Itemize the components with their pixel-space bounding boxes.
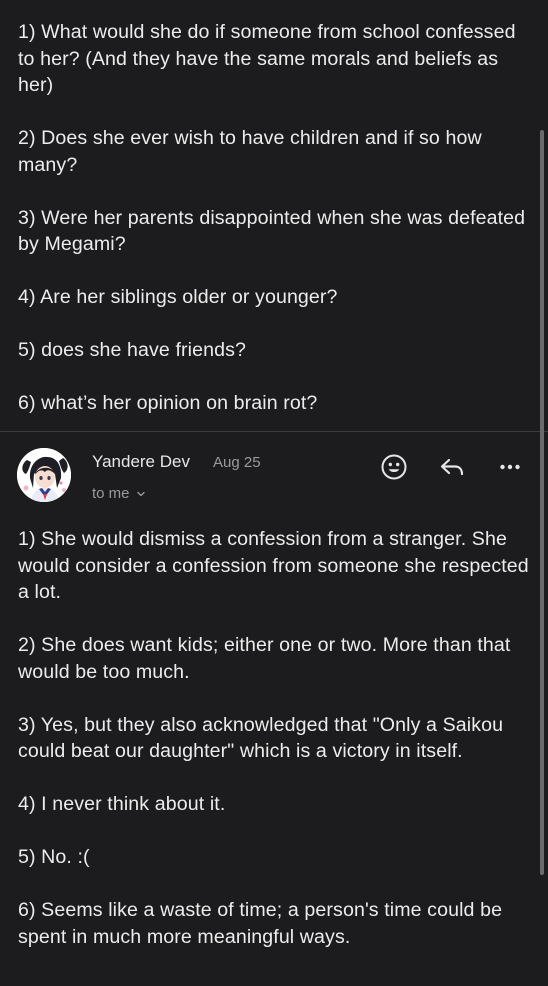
quoted-paragraph-1: 1) What would she do if someone from sch…: [18, 21, 522, 96]
more-dots-icon: [500, 464, 520, 470]
reply-paragraph-2: 2) She does want kids; either one or two…: [18, 634, 516, 683]
quoted-paragraph-3: 3) Were her parents disappointed when sh…: [18, 206, 531, 256]
quoted-paragraph-6: 6) what’s her opinion on brain rot?: [18, 392, 318, 414]
scrollbar[interactable]: [540, 130, 544, 875]
sender-name[interactable]: Yandere Dev: [92, 452, 190, 472]
reply-paragraph-3: 3) Yes, but they also acknowledged that …: [18, 713, 509, 763]
smiley-face-icon: [381, 454, 407, 480]
chevron-down-icon: [136, 491, 145, 496]
quoted-paragraph-2: 2) Does she ever wish to have children a…: [18, 127, 488, 176]
reply-paragraph-4: 4) I never think about it.: [18, 793, 226, 815]
quoted-paragraph-5: 5) does she have friends?: [18, 339, 246, 361]
more-options-button[interactable]: [495, 452, 525, 482]
avatar-illustration: [17, 448, 71, 502]
quoted-paragraph-4: 4) Are her siblings older or younger?: [18, 286, 338, 308]
sender-avatar[interactable]: [17, 448, 71, 502]
recipient-label: to me: [92, 485, 130, 502]
reply-paragraph-6: 6) Seems like a waste of time; a person'…: [18, 899, 508, 948]
message-divider: [0, 431, 548, 432]
reply-paragraph-1: 1) She would dismiss a confession from a…: [18, 528, 535, 603]
recipient-details-toggle[interactable]: to me: [92, 485, 146, 502]
reply-paragraph-5: 5) No. :(: [18, 846, 90, 868]
reply-arrow-icon: [440, 458, 464, 476]
add-reaction-button[interactable]: [379, 452, 409, 482]
quoted-message-body: 1) What would she do if someone from sch…: [18, 19, 533, 443]
message-date: Aug 25: [213, 454, 261, 471]
reply-button[interactable]: [437, 452, 467, 482]
reply-message-body: 1) She would dismiss a confession from a…: [18, 526, 533, 977]
email-thread-view: 1) What would she do if someone from sch…: [0, 0, 548, 986]
